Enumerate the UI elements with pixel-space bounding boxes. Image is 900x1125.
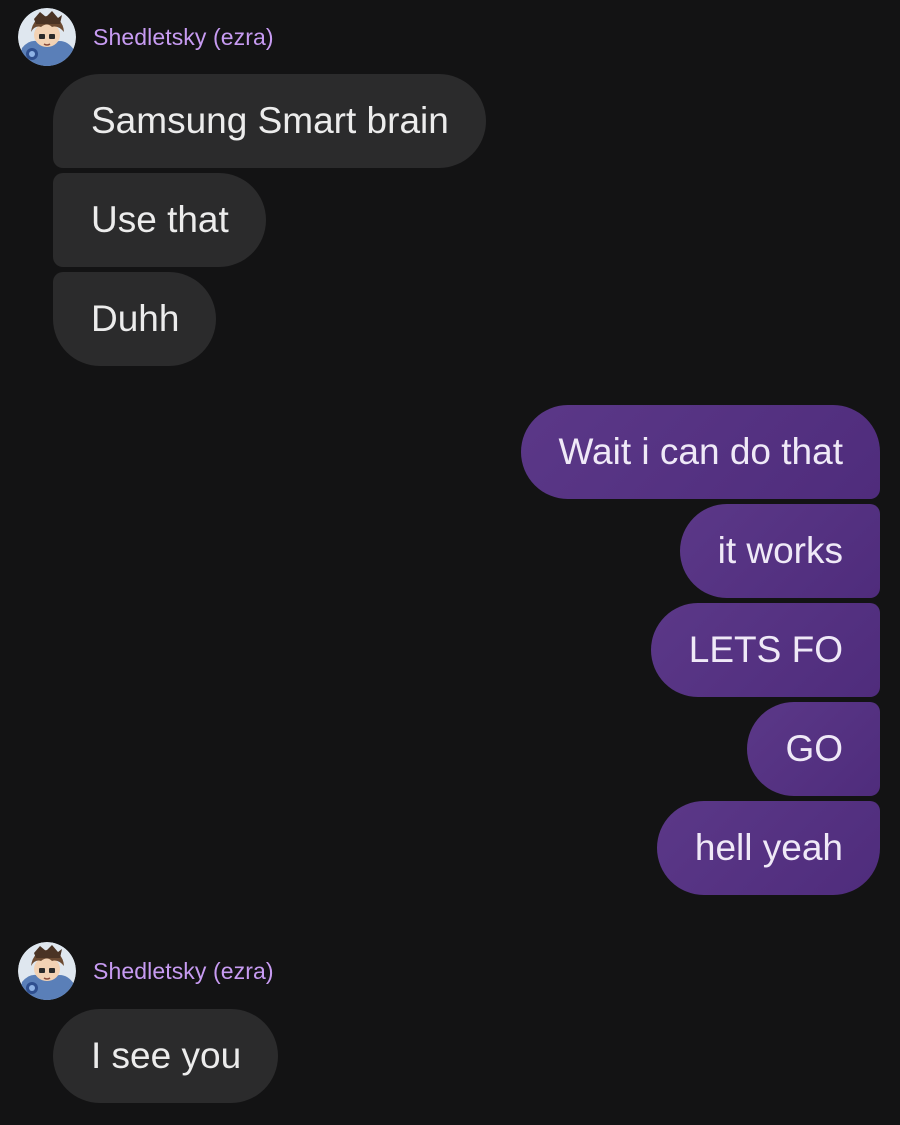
message-text: hell yeah: [694, 827, 843, 868]
message-text: Use that: [91, 199, 229, 240]
message-text: GO: [785, 728, 843, 769]
sender-name[interactable]: Shedletsky (ezra): [93, 24, 274, 51]
incoming-message-bubble[interactable]: I see you: [53, 1009, 279, 1103]
outgoing-message-bubble[interactable]: it works: [679, 504, 880, 598]
user-avatar-icon[interactable]: [18, 942, 76, 1000]
sender-name[interactable]: Shedletsky (ezra): [93, 958, 274, 985]
user-avatar-icon[interactable]: [18, 8, 76, 66]
message-thread: Shedletsky (ezra) Samsung Smart brain Us…: [0, 0, 900, 1125]
outgoing-message-bubble[interactable]: hell yeah: [656, 801, 880, 895]
message-text: I see you: [91, 1035, 242, 1076]
incoming-message-bubble[interactable]: Duhh: [53, 272, 217, 366]
message-text: Wait i can do that: [558, 431, 844, 472]
message-text: it works: [717, 530, 843, 571]
sender-header: Shedletsky (ezra): [18, 942, 274, 1000]
incoming-message-bubble[interactable]: Samsung Smart brain: [53, 74, 486, 168]
outgoing-message-bubble[interactable]: GO: [747, 702, 880, 796]
outgoing-message-bubble[interactable]: Wait i can do that: [520, 405, 880, 499]
outgoing-message-bubble[interactable]: LETS FO: [650, 603, 880, 697]
message-text: Samsung Smart brain: [91, 100, 449, 141]
sender-header: Shedletsky (ezra): [18, 8, 274, 66]
message-text: LETS FO: [688, 629, 843, 670]
message-text: Duhh: [91, 298, 180, 339]
incoming-message-bubble[interactable]: Use that: [53, 173, 266, 267]
